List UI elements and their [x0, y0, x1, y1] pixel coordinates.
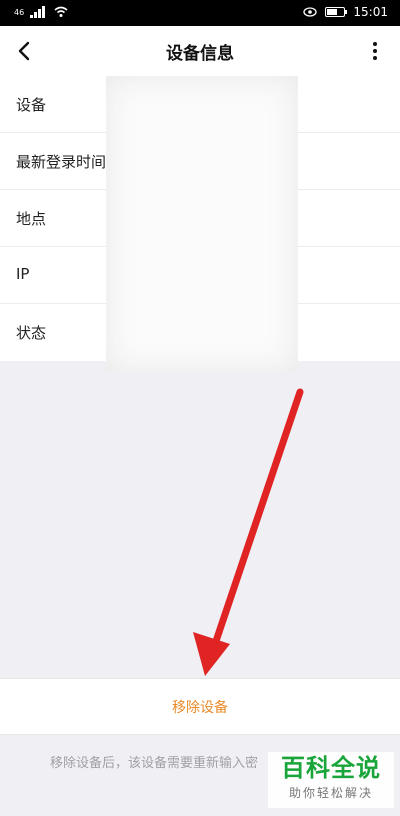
wifi-icon	[54, 6, 68, 17]
info-label: IP	[16, 265, 30, 283]
status-bar: 46 15:01	[0, 0, 400, 26]
watermark-subtitle: 助你轻松解决	[288, 786, 373, 800]
remove-device-section: 移除设备	[0, 678, 400, 735]
info-label: 最新登录时间	[16, 153, 107, 171]
status-time: 15:01	[353, 5, 388, 19]
network-type-label: 46	[14, 7, 25, 17]
info-label: 设备	[16, 96, 47, 114]
remove-device-button[interactable]: 移除设备	[0, 679, 400, 734]
info-label: 状态	[16, 324, 47, 342]
remove-hint-text: 移除设备后，该设备需要重新输入密	[50, 756, 259, 771]
watermark-logo: 百科全说 助你轻松解决	[268, 752, 394, 808]
page-title: 设备信息	[166, 44, 234, 64]
watermark-title: 百科全说	[281, 754, 381, 782]
battery-icon	[325, 7, 348, 17]
signal-icon	[30, 6, 48, 18]
info-label: 地点	[16, 210, 47, 228]
more-options-button[interactable]	[362, 38, 388, 64]
blurred-values-overlay	[106, 76, 298, 372]
navigation-bar: 设备信息	[0, 26, 400, 77]
eye-icon	[303, 7, 318, 17]
